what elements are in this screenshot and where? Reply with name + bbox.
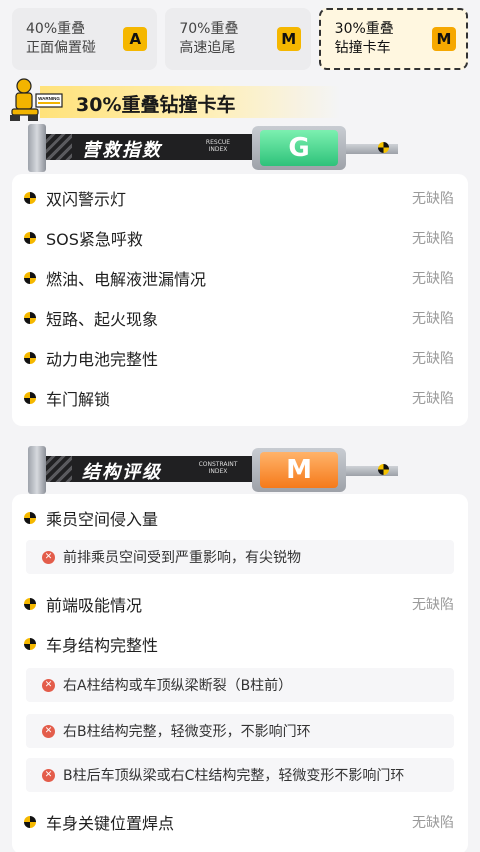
item-status: 无缺陷 [412,271,454,287]
item-label: 乘员空间侵入量 [46,510,159,529]
item-label: 短路、起火现象 [46,310,159,329]
board-stripes [46,134,72,160]
tab-70-rear[interactable]: 70%重叠 高速追尾 M [165,8,311,70]
board-label: 营救指数 [82,140,162,161]
grade-value: M [260,452,338,488]
error-icon: ✕ [42,550,55,564]
crash-target-icon [24,512,36,524]
tab-label: 30%重叠 钻撞卡车 [335,20,432,58]
gauge-board: 结构评级 CONSTRAINT INDEX [46,456,286,483]
item-label: 车身关键位置焊点 [46,814,175,833]
item-label: SOS紧急呼救 [46,230,143,249]
tab-label: 70%重叠 高速追尾 [179,20,276,58]
section-title: 30%重叠钻撞卡车 [76,94,236,116]
grade-value: G [260,130,338,166]
item-label: 前端吸能情况 [46,596,143,615]
gauge-post [28,124,46,172]
tab-line1: 40%重叠 [26,21,86,37]
crash-target-icon [378,142,389,153]
crash-target-icon [24,392,36,404]
crash-target-icon [24,192,36,204]
crash-dummy-warning-icon: WARNING [10,78,63,121]
item-status: 无缺陷 [412,391,454,407]
item-label: 车门解锁 [46,390,111,409]
tab-line2: 高速追尾 [179,40,236,56]
issue-text: 右A柱结构或车顶纵梁断裂（B柱前） [63,678,293,694]
grade-lamp: G [252,126,346,170]
section-header: WARNING 30%重叠钻撞卡车 [0,76,480,126]
issue-item: ✕ B柱后车顶纵梁或右C柱结构完整，轻微变形不影响门环 [26,758,454,792]
list-item: 前端吸能情况 无缺陷 [24,584,454,624]
item-status: 无缺陷 [412,231,454,247]
item-status: 无缺陷 [412,311,454,327]
sign-text: WARNING [38,96,60,101]
list-item: 车门解锁 无缺陷 [24,378,454,418]
tab-line1: 70%重叠 [179,21,239,37]
error-icon: ✕ [42,678,55,692]
gauge-board: 营救指数 RESCUE INDEX [46,134,286,161]
tab-30-truck[interactable]: 30%重叠 钻撞卡车 M [318,8,468,70]
list-item: SOS紧急呼救 无缺陷 [24,218,454,258]
item-label: 燃油、电解液泄漏情况 [46,270,207,289]
list-item: 燃油、电解液泄漏情况 无缺陷 [24,258,454,298]
issue-text: B柱后车顶纵梁或右C柱结构完整，轻微变形不影响门环 [63,768,405,784]
error-icon: ✕ [42,768,55,782]
rating-badge: M [431,27,456,51]
structure-rating-gauge: 结构评级 CONSTRAINT INDEX M [28,446,398,494]
board-sub-label: CONSTRAINT INDEX [198,461,238,475]
crash-target-icon [24,638,36,650]
item-status: 无缺陷 [412,815,454,831]
crash-target-icon [24,232,36,244]
item-status: 无缺陷 [412,597,454,613]
tab-label: 40%重叠 正面偏置碰 [26,20,123,58]
test-type-tabs: 40%重叠 正面偏置碰 A 70%重叠 高速追尾 M 30%重叠 钻撞卡车 M [12,8,468,70]
tab-line2: 正面偏置碰 [26,40,96,56]
gauge-rail [346,144,398,154]
crash-target-icon [378,464,389,475]
issue-text: 前排乘员空间受到严重影响，有尖锐物 [63,550,301,566]
list-item: 短路、起火现象 无缺陷 [24,298,454,338]
issue-item: ✕ 右B柱结构完整，轻微变形，不影响门环 [26,714,454,748]
rescue-index-gauge: 营救指数 RESCUE INDEX G [28,124,398,172]
issue-item: ✕ 右A柱结构或车顶纵梁断裂（B柱前） [26,668,454,702]
list-item: 车身关键位置焊点 无缺陷 [24,802,454,842]
crash-target-icon [24,312,36,324]
list-item: 动力电池完整性 无缺陷 [24,338,454,378]
tab-line1: 30%重叠 [334,21,394,37]
issue-item: ✕ 前排乘员空间受到严重影响，有尖锐物 [26,540,454,574]
item-label: 动力电池完整性 [46,350,159,369]
list-item: 乘员空间侵入量 [24,498,454,538]
tab-40-offset[interactable]: 40%重叠 正面偏置碰 A [12,8,158,70]
rating-badge: M [276,27,301,51]
rescue-card: 双闪警示灯 无缺陷 SOS紧急呼救 无缺陷 燃油、电解液泄漏情况 无缺陷 短路、起火现… [12,174,468,426]
board-stripes [46,456,72,482]
gauge-post [28,446,46,494]
list-item: 车身结构完整性 [24,624,454,664]
board-sub-label: RESCUE INDEX [205,139,231,153]
structure-card: 乘员空间侵入量 ✕ 前排乘员空间受到严重影响，有尖锐物 前端吸能情况 无缺陷 车身结… [12,494,468,852]
crash-target-icon [24,272,36,284]
item-label: 双闪警示灯 [46,190,127,209]
item-label: 车身结构完整性 [46,636,159,655]
error-icon: ✕ [42,724,55,738]
crash-target-icon [24,598,36,610]
crash-target-icon [24,816,36,828]
crash-target-icon [24,352,36,364]
list-item: 双闪警示灯 无缺陷 [24,178,454,218]
tab-line2: 钻撞卡车 [334,40,391,56]
item-status: 无缺陷 [412,191,454,207]
item-status: 无缺陷 [412,351,454,367]
issue-text: 右B柱结构完整，轻微变形，不影响门环 [63,724,311,740]
grade-lamp: M [252,448,346,492]
gauge-rail [346,466,398,476]
board-label: 结构评级 [82,462,162,483]
rating-badge: A [123,27,148,51]
